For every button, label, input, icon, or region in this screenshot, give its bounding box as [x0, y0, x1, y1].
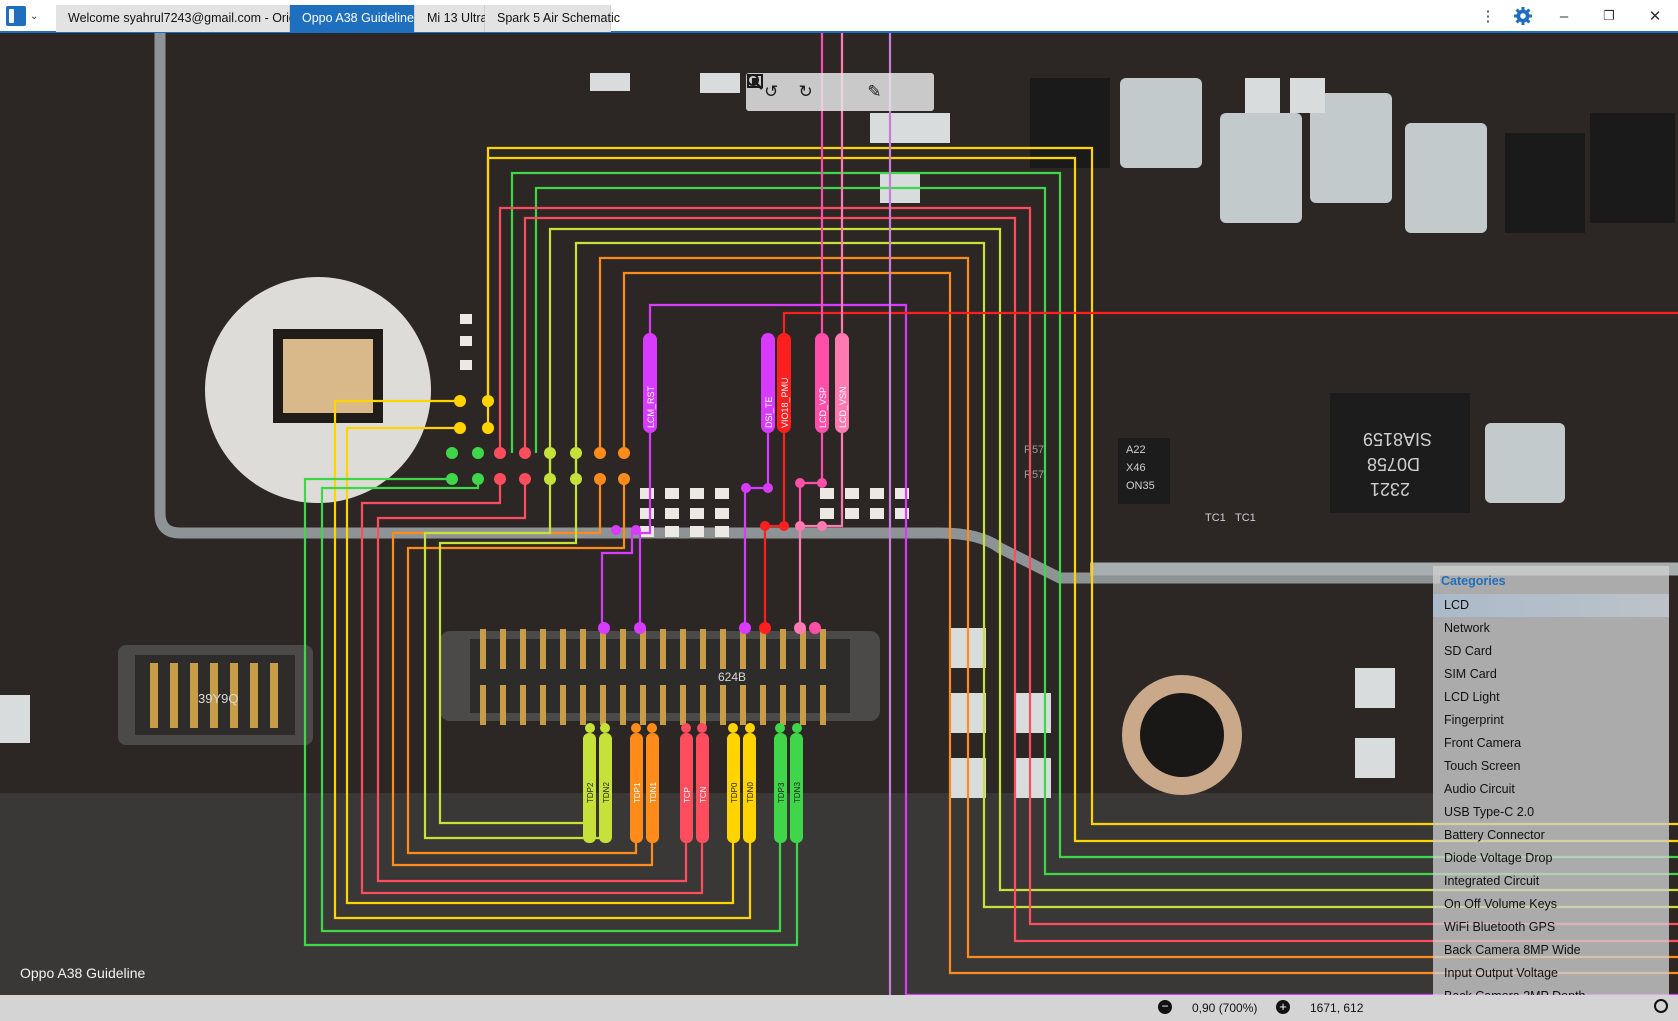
- tab-spark-5-air-schematic[interactable]: Spark 5 Air Schematic: [485, 5, 620, 32]
- rotate-right-icon[interactable]: ↻: [793, 79, 819, 105]
- search-icon[interactable]: [747, 74, 922, 105]
- category-item-back-camera-8mp[interactable]: Back Camera 8MP Wide: [1433, 939, 1669, 962]
- tab-oppo-a38-guideline[interactable]: Oppo A38 Guideline: [290, 5, 415, 32]
- category-item-battery-connector[interactable]: Battery Connector: [1433, 824, 1669, 847]
- ic-marking: D0758: [1367, 454, 1420, 474]
- gear-icon[interactable]: [1508, 2, 1538, 30]
- test-point-label: TCP: [683, 787, 692, 803]
- test-point-label: TCN: [699, 786, 708, 803]
- category-item-diode-voltage-drop[interactable]: Diode Voltage Drop: [1433, 847, 1669, 870]
- category-item-back-camera-2mp[interactable]: Back Camera 2MP Depth: [1433, 985, 1669, 995]
- category-item-input-output-voltage[interactable]: Input Output Voltage: [1433, 962, 1669, 985]
- test-point-label: LCM_RST: [646, 385, 656, 428]
- close-button[interactable]: ✕: [1640, 2, 1670, 30]
- zoom-out-icon[interactable]: −: [1158, 1000, 1172, 1014]
- chevron-down-icon: ⌄: [30, 10, 39, 22]
- draw-tool-icon[interactable]: ✎: [861, 79, 887, 105]
- app-menu-button[interactable]: ⌄: [6, 5, 42, 27]
- ic-marking: SIA8159: [1363, 429, 1432, 449]
- fit-screen-icon[interactable]: [747, 74, 853, 105]
- ic-marking: 39Y9Q: [198, 691, 238, 706]
- minimize-button[interactable]: –: [1549, 2, 1579, 30]
- category-item-sim-card[interactable]: SIM Card: [1433, 663, 1669, 686]
- category-item-front-camera[interactable]: Front Camera: [1433, 732, 1669, 755]
- board-title: Oppo A38 Guideline: [20, 965, 146, 981]
- test-point-label: TDP2: [586, 782, 595, 803]
- zoom-in-icon[interactable]: +: [1276, 1000, 1290, 1014]
- category-item-lcd-light[interactable]: LCD Light: [1433, 686, 1669, 709]
- test-point-label: TDP0: [730, 782, 739, 803]
- ic-marking: 624B: [718, 670, 746, 684]
- category-item-lcd[interactable]: LCD: [1433, 594, 1669, 617]
- tab-mi-13-ultra[interactable]: Mi 13 Ultra: [415, 5, 487, 32]
- more-vertical-icon[interactable]: ⋮: [1473, 2, 1503, 30]
- test-point-label: TDN1: [649, 782, 658, 803]
- test-point-label: TDP3: [777, 782, 786, 803]
- ic-marking: R57: [1024, 469, 1044, 481]
- board-viewer[interactable]: 39Y9Q 624B 2321 D0758 SIA8159 A22 X46 ON…: [0, 33, 1678, 995]
- category-item-network[interactable]: Network: [1433, 617, 1669, 640]
- zoom-level: 0,90 (700%): [1192, 1001, 1258, 1015]
- status-bar: − 0,90 (700%) + 1671, 612: [0, 995, 1678, 1021]
- category-item-usb-type-c[interactable]: USB Type-C 2.0: [1433, 801, 1669, 824]
- test-point-label: TDN3: [793, 782, 802, 803]
- category-item-integrated-circuit[interactable]: Integrated Circuit: [1433, 870, 1669, 893]
- test-point-label: TDN0: [746, 782, 755, 803]
- test-point-label: LCD_VSP: [818, 387, 828, 428]
- category-item-on-off-volume-keys[interactable]: On Off Volume Keys: [1433, 893, 1669, 916]
- view-toolbar: ↺ ↻ ✎: [746, 73, 934, 111]
- category-item-sd-card[interactable]: SD Card: [1433, 640, 1669, 663]
- ic-marking: 2321: [1370, 479, 1410, 499]
- category-item-audio-circuit[interactable]: Audio Circuit: [1433, 778, 1669, 801]
- resize-grip-icon[interactable]: [1654, 999, 1668, 1013]
- test-point-label: TDP1: [633, 782, 642, 803]
- ic-marking: X46: [1126, 462, 1146, 474]
- ic-marking: R57: [1024, 444, 1044, 456]
- title-bar: ⌄ Welcome syahrul7243@gmail.com - Orion …: [0, 0, 1678, 33]
- app-logo-icon: [6, 6, 26, 26]
- ic-marking: ON35: [1126, 480, 1155, 492]
- ic-marking: TC1: [1235, 512, 1256, 524]
- categories-title: Categories: [1441, 574, 1506, 588]
- categories-panel: Categories LCD Network SD Card SIM Card …: [1433, 566, 1669, 995]
- test-point-label: VIO18_PMU: [780, 377, 790, 428]
- pcb-image: 39Y9Q 624B 2321 D0758 SIA8159 A22 X46 ON…: [0, 33, 1678, 995]
- category-item-wifi-bluetooth-gps[interactable]: WiFi Bluetooth GPS: [1433, 916, 1669, 939]
- test-point-label: LCD_VSN: [838, 386, 848, 428]
- test-point-label: DSI_TE: [764, 396, 774, 428]
- category-item-fingerprint[interactable]: Fingerprint: [1433, 709, 1669, 732]
- test-point-label: TDN2: [602, 782, 611, 803]
- restore-button[interactable]: ❐: [1594, 2, 1624, 30]
- category-item-touch-screen[interactable]: Touch Screen: [1433, 755, 1669, 778]
- ic-marking: TC1: [1205, 512, 1226, 524]
- cursor-coordinates: 1671, 612: [1310, 1001, 1364, 1015]
- tab-welcome[interactable]: Welcome syahrul7243@gmail.com - Orion: [56, 5, 303, 32]
- ic-marking: A22: [1126, 444, 1146, 456]
